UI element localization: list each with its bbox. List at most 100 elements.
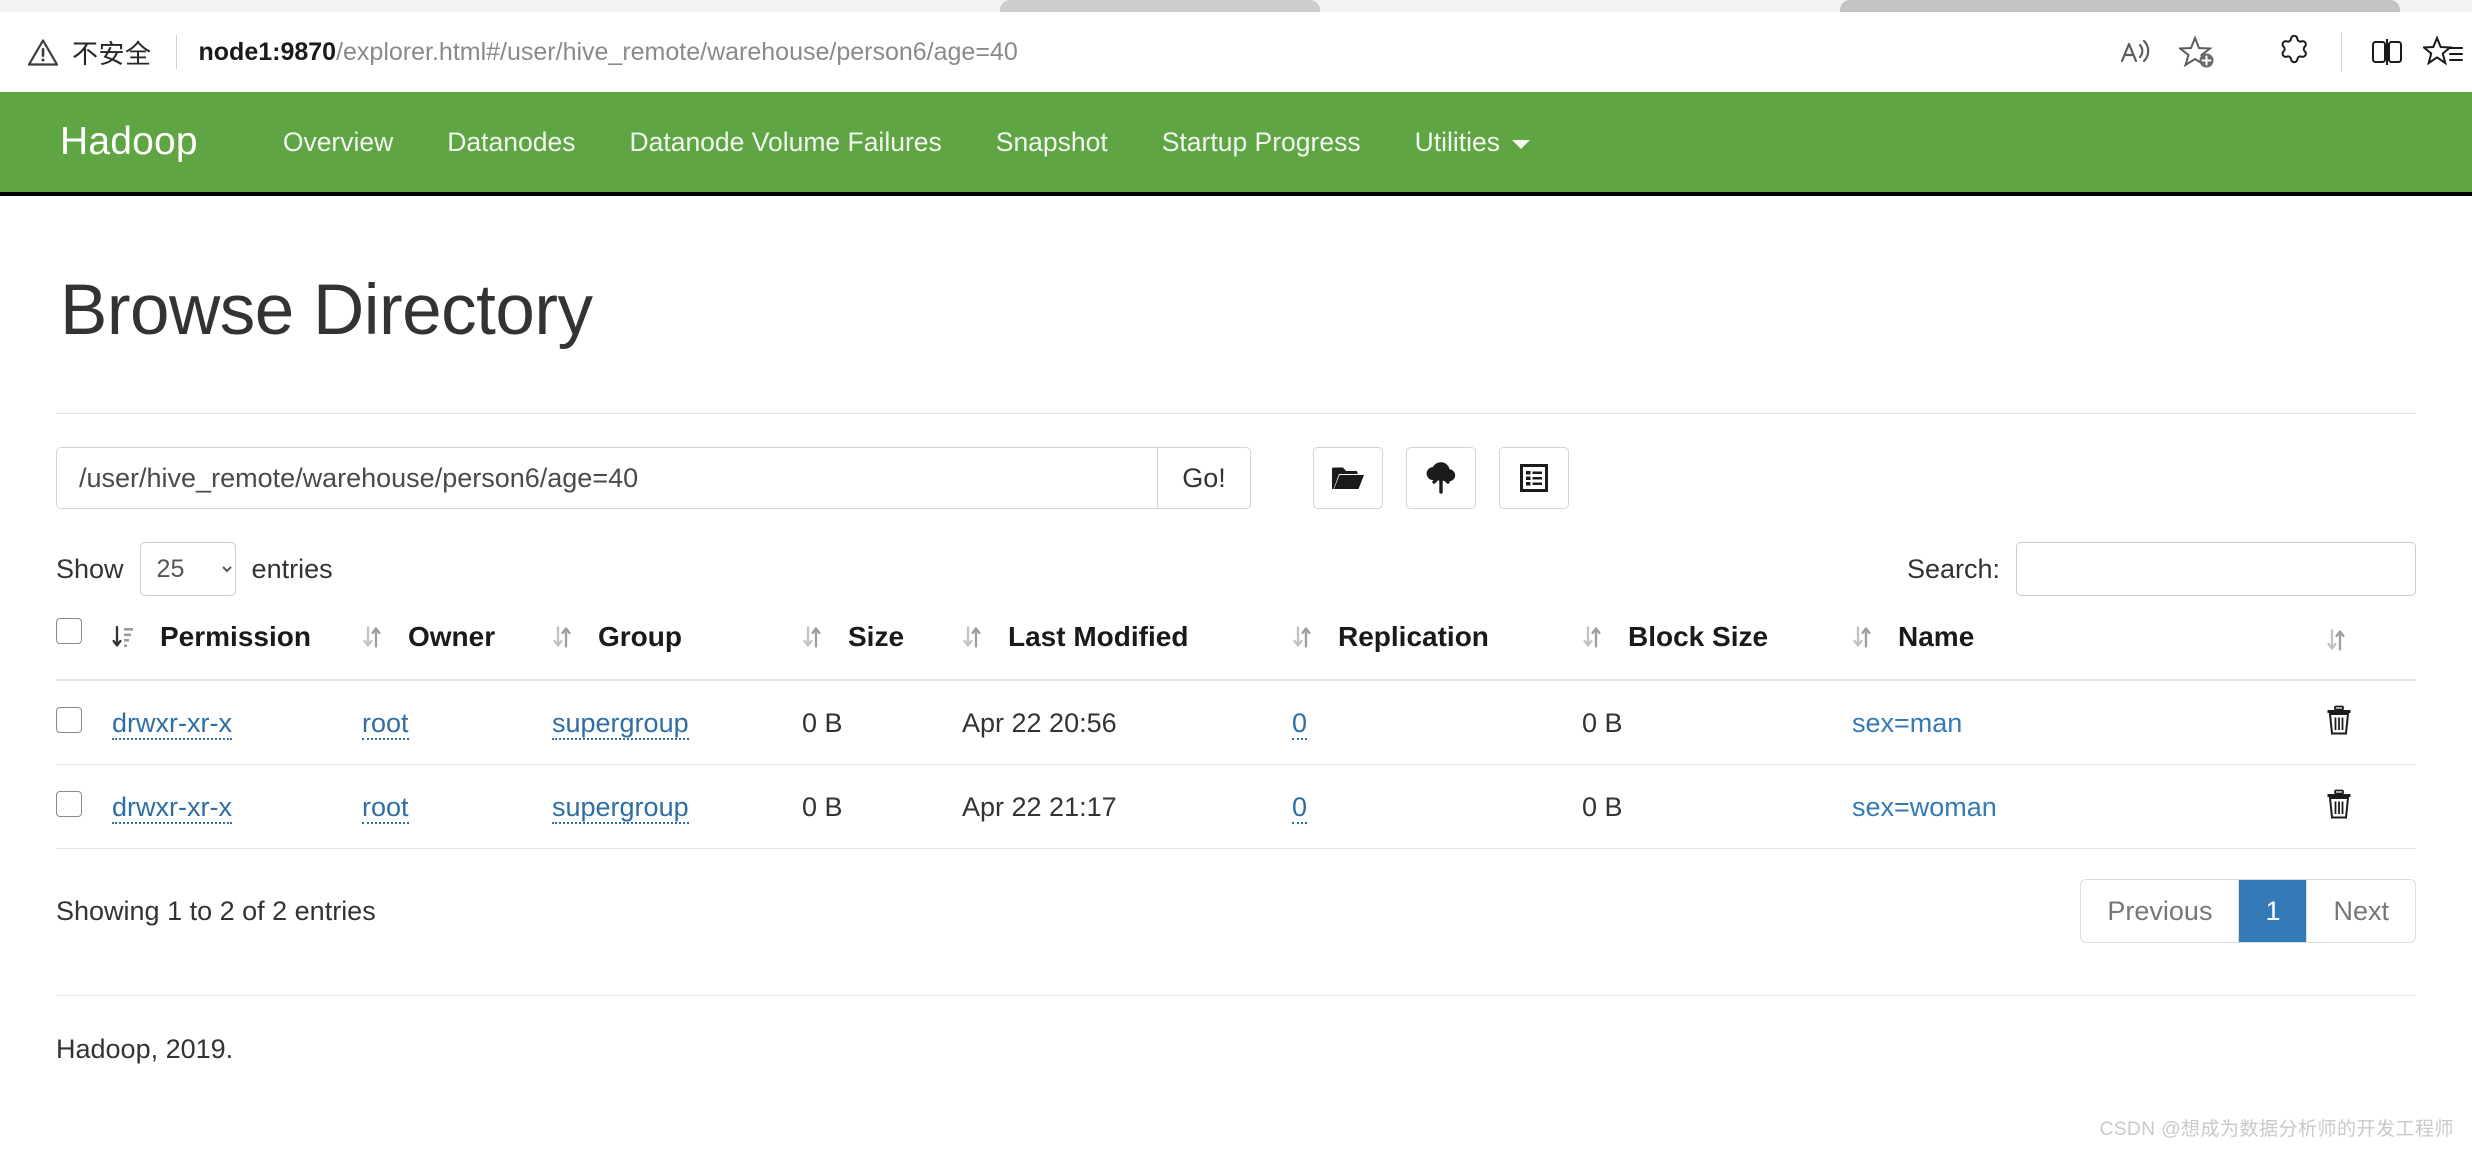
cell-replication: 0	[1292, 680, 1582, 765]
row-checkbox[interactable]	[56, 707, 82, 733]
table-row: drwxr-xr-x root supergroup 0 B Apr 22 20…	[56, 680, 2416, 765]
row-select-cell[interactable]	[56, 680, 112, 765]
address-divider	[176, 35, 177, 69]
header-group[interactable]: Group	[552, 618, 802, 680]
header-label: Size	[848, 621, 904, 653]
upload-icon[interactable]	[1406, 447, 1476, 509]
header-name[interactable]: Name	[1852, 618, 2326, 680]
cell-group: supergroup	[552, 765, 802, 849]
cell-actions	[2326, 765, 2416, 849]
table-body: drwxr-xr-x root supergroup 0 B Apr 22 20…	[56, 680, 2416, 849]
owner-link[interactable]: root	[362, 792, 409, 824]
cell-permission: drwxr-xr-x	[112, 765, 362, 849]
file-name-link[interactable]: sex=woman	[1852, 792, 1997, 822]
header-replication[interactable]: Replication	[1292, 618, 1582, 680]
header-size[interactable]: Size	[802, 618, 962, 680]
cell-size: 0 B	[802, 680, 962, 765]
read-aloud-icon[interactable]	[2105, 26, 2167, 78]
path-input-group: Go!	[56, 447, 1251, 509]
group-link[interactable]: supergroup	[552, 792, 689, 824]
entries-info: Showing 1 to 2 of 2 entries	[56, 896, 376, 927]
header-label: Permission	[160, 621, 311, 653]
header-block-size[interactable]: Block Size	[1582, 618, 1852, 680]
header-actions	[2326, 618, 2416, 680]
header-owner[interactable]: Owner	[362, 618, 552, 680]
nav-item-snapshot[interactable]: Snapshot	[969, 127, 1135, 158]
file-name-link[interactable]: sex=man	[1852, 708, 1962, 738]
pagination: Previous 1 Next	[2080, 879, 2416, 943]
path-action-buttons	[1313, 447, 1569, 509]
nav-item-utilities[interactable]: Utilities	[1388, 127, 1557, 158]
browser-tab[interactable]	[1000, 0, 1320, 12]
go-button[interactable]: Go!	[1157, 447, 1251, 509]
header-label: Group	[598, 621, 682, 653]
cut-paste-icon[interactable]	[1499, 447, 1569, 509]
search-input[interactable]	[2016, 542, 2416, 596]
table-header-row: Permission Owner	[56, 618, 2416, 680]
select-all-checkbox[interactable]	[56, 618, 82, 644]
collections-icon[interactable]	[2418, 26, 2468, 78]
page-title: Browse Directory	[60, 270, 2416, 351]
search-control: Search:	[1907, 542, 2416, 596]
cell-replication: 0	[1292, 765, 1582, 849]
search-label: Search:	[1907, 554, 2000, 585]
nav-item-startup-progress[interactable]: Startup Progress	[1135, 127, 1388, 158]
header-last-modified[interactable]: Last Modified	[962, 618, 1292, 680]
navbar-brand[interactable]: Hadoop	[60, 120, 198, 164]
cell-actions	[2326, 680, 2416, 765]
header-label: Block Size	[1628, 621, 1768, 653]
new-directory-icon[interactable]	[1313, 447, 1383, 509]
delete-icon[interactable]	[2326, 705, 2352, 735]
cell-owner: root	[362, 765, 552, 849]
extensions-icon[interactable]	[2265, 26, 2327, 78]
sort-updown-icon	[552, 624, 572, 650]
footer-copyright: Hadoop, 2019.	[56, 1034, 2416, 1065]
owner-link[interactable]: root	[362, 708, 409, 740]
file-listing-table: Permission Owner	[56, 618, 2416, 849]
page-length-select[interactable]: 25 50 100	[140, 542, 236, 596]
pagination-page-1[interactable]: 1	[2239, 880, 2307, 942]
header-label: Last Modified	[1008, 621, 1188, 653]
pagination-previous[interactable]: Previous	[2081, 880, 2239, 942]
navbar-links: Overview Datanodes Datanode Volume Failu…	[256, 127, 1557, 158]
entries-label: entries	[252, 554, 333, 585]
header-label: Owner	[408, 621, 495, 653]
replication-link[interactable]: 0	[1292, 708, 1307, 740]
site-security-chip[interactable]: 不安全	[28, 34, 152, 71]
security-label: 不安全	[72, 34, 152, 71]
add-favorite-icon[interactable]	[2167, 26, 2229, 78]
pagination-next[interactable]: Next	[2307, 880, 2415, 942]
split-screen-icon[interactable]	[2356, 26, 2418, 78]
nav-label: Overview	[283, 127, 393, 158]
sort-updown-icon	[802, 624, 822, 650]
cell-name: sex=woman	[1852, 765, 2326, 849]
hadoop-navbar: Hadoop Overview Datanodes Datanode Volum…	[0, 92, 2472, 196]
row-select-cell[interactable]	[56, 765, 112, 849]
cell-block-size: 0 B	[1582, 765, 1852, 849]
cell-size: 0 B	[802, 765, 962, 849]
permission-link[interactable]: drwxr-xr-x	[112, 792, 232, 824]
replication-link[interactable]: 0	[1292, 792, 1307, 824]
title-divider	[56, 413, 2416, 414]
nav-item-datanode-volume-failures[interactable]: Datanode Volume Failures	[602, 127, 968, 158]
nav-item-overview[interactable]: Overview	[256, 127, 420, 158]
header-label: Name	[1898, 621, 1974, 653]
header-permission[interactable]: Permission	[112, 618, 362, 680]
nav-item-datanodes[interactable]: Datanodes	[420, 127, 602, 158]
sort-amount-desc-icon	[112, 624, 134, 650]
permission-link[interactable]: drwxr-xr-x	[112, 708, 232, 740]
cell-block-size: 0 B	[1582, 680, 1852, 765]
row-checkbox[interactable]	[56, 791, 82, 817]
delete-icon[interactable]	[2326, 789, 2352, 819]
cell-permission: drwxr-xr-x	[112, 680, 362, 765]
table-head: Permission Owner	[56, 618, 2416, 680]
cell-owner: root	[362, 680, 552, 765]
header-select-all[interactable]	[56, 618, 112, 680]
group-link[interactable]: supergroup	[552, 708, 689, 740]
path-bar-row: Go!	[56, 447, 2416, 509]
path-input[interactable]	[56, 447, 1157, 509]
browser-tab[interactable]	[1840, 0, 2400, 12]
browser-address-bar[interactable]: 不安全 node1:9870/explorer.html#/user/hive_…	[0, 12, 2472, 92]
nav-label: Datanodes	[447, 127, 575, 158]
url-text[interactable]: node1:9870/explorer.html#/user/hive_remo…	[199, 38, 2099, 67]
